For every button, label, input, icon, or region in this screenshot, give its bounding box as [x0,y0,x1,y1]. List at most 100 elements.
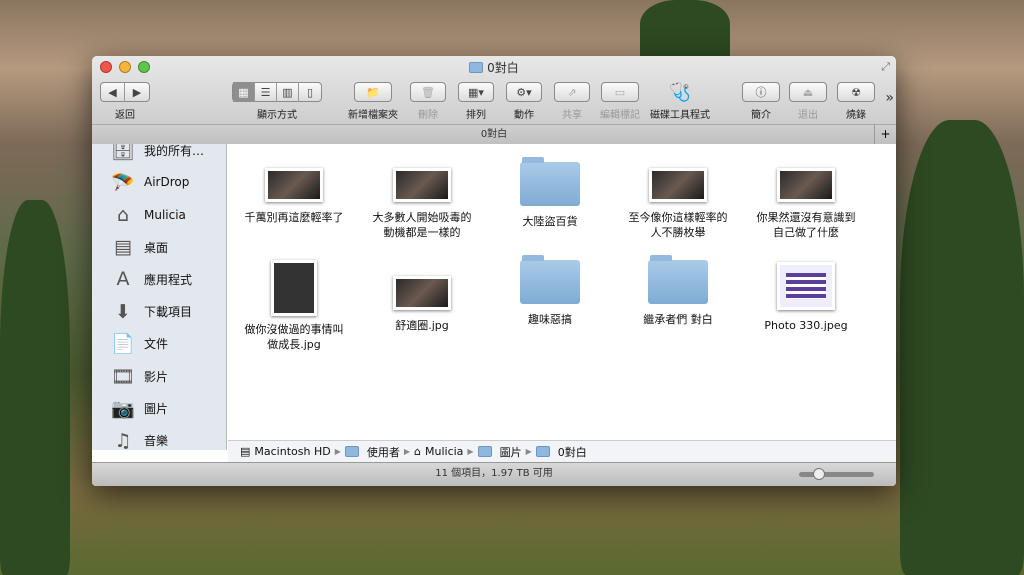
new-folder-label: 新增檔案夾 [348,110,398,121]
path-item[interactable]: 0對白 [558,444,587,460]
file-name: 你果然還沒有意識到 [756,211,856,224]
home-icon: ⌂ [116,203,130,226]
status-text: 11 個項目，1.97 TB 可用 [435,468,553,479]
sidebar-item[interactable]: A 應用程式 [92,263,226,295]
path-tab[interactable]: 0對白 [92,124,896,144]
new-folder-button[interactable]: 📁 新增檔案夾 [348,82,398,121]
arrange-button[interactable]: ▦▾ 排列 [458,82,494,121]
info-icon: ⓘ [742,82,780,102]
sidebar-item[interactable]: ⌂ Mulicia [92,199,226,231]
title-bar: 0對白 ⤢ ◀ ▶ 返回 ▦ ☰ ▥ ▯ 顯示方式 📁 新增檔案夾 🗑 刪除 ▦▾ 排列 ⚙▾ 動作… [92,56,896,144]
sidebar-item[interactable]: 🗄 我的所有… [92,144,226,166]
burn-label: 燒錄 [846,110,866,121]
eject-label: 退出 [798,110,818,121]
file-item[interactable]: 你果然還沒有意識到 自己做了什麼 [744,162,868,240]
image-thumbnail [393,168,451,202]
path-item[interactable]: 使用者 [367,444,400,460]
path-item[interactable]: Mulicia [425,445,463,458]
file-name: 舒適圈.jpg [395,319,449,332]
sidebar-item[interactable]: 📄 文件 [92,328,226,360]
sidebar-item-label: 音樂 [144,434,169,449]
delete-button[interactable]: 🗑 刪除 [410,82,446,121]
delete-label: 刪除 [418,110,438,121]
movies-icon: 🎞 [110,365,136,388]
disk-utility-icon: 🩺 [668,82,692,103]
file-item[interactable]: 趣味惡搞 [488,255,612,327]
finder-window: 0對白 ⤢ ◀ ▶ 返回 ▦ ☰ ▥ ▯ 顯示方式 📁 新增檔案夾 🗑 刪除 ▦▾ 排列 ⚙▾ 動作… [92,56,896,486]
toolbar-overflow-icon[interactable]: » [885,90,894,106]
sidebar-item-label: 我的所有… [144,144,205,158]
sidebar-item-label: AirDrop [144,175,190,190]
back-icon[interactable]: ◀ [101,82,126,102]
path-bar: ▤ Macintosh HD ▶ 使用者 ▶ ⌂ Mulicia ▶ 圖片 ▶ 0對白 [228,440,896,462]
burn-icon: ☢ [837,82,875,102]
new-folder-icon: 📁 [354,82,392,102]
action-label: 動作 [514,110,534,121]
pictures-icon: 📷 [111,398,135,421]
new-tab-button[interactable]: + [874,124,896,144]
sidebar-item-label: 文件 [144,337,169,352]
image-thumbnail [777,262,835,310]
image-thumbnail [393,276,451,310]
sidebar-item-label: 影片 [144,369,169,384]
file-item[interactable]: 大多數人開始吸毒的 動機都是一樣的 [360,162,484,240]
sidebar-item[interactable]: ♫ 音樂 [92,425,226,450]
trash-icon: 🗑 [410,82,446,102]
sidebar-item[interactable]: 🎞 影片 [92,360,226,392]
sidebar-item[interactable]: 🪂 AirDrop [92,166,226,198]
sidebar-item-label: 圖片 [144,402,169,417]
file-item[interactable]: 至今像你這樣輕率的 人不勝枚舉 [616,162,740,240]
downloads-icon: ⬇ [115,300,131,323]
column-view-icon[interactable]: ▥ [277,82,299,102]
hard-drive-icon: ▤ [240,445,251,458]
arrange-label: 排列 [466,110,486,121]
file-item[interactable]: 千萬別再這麼輕率了 [232,162,356,225]
airdrop-icon: 🪂 [111,171,135,194]
sidebar-item[interactable]: ▤ 桌面 [92,231,226,263]
icon-size-slider[interactable] [799,468,874,480]
view-control[interactable]: ▦ ☰ ▥ ▯ 顯示方式 [232,82,322,121]
file-item[interactable]: Photo 330.jpeg [744,260,868,333]
back-forward-control[interactable]: ◀ ▶ 返回 [100,82,150,121]
file-name: 繼承者們 對白 [643,313,713,326]
window-title: 0對白 [487,61,519,75]
folder-icon [535,446,550,457]
documents-icon: 📄 [111,333,135,356]
path-item[interactable]: 圖片 [500,444,522,460]
eject-button[interactable]: ⏏ 退出 [789,82,827,121]
share-button[interactable]: ⇗ 共享 [554,82,590,121]
tag-icon: ▭ [601,82,639,102]
folder-icon [477,446,492,457]
file-item[interactable]: 舒適圈.jpg [360,260,484,333]
edit-tags-button[interactable]: ▭ 編輯標記 [600,82,640,121]
file-item[interactable]: 做你沒做過的事情叫 做成長.jpg [232,260,356,352]
file-name: Photo 330.jpeg [764,319,848,332]
forward-icon[interactable]: ▶ [125,82,149,102]
file-item[interactable]: 繼承者們 對白 [616,255,740,327]
file-name: 至今像你這樣輕率的 [628,211,728,224]
file-name-line2: 做成長.jpg [267,338,321,351]
back-label: 返回 [115,110,135,121]
fullscreen-icon[interactable]: ⤢ [881,60,890,74]
sidebar-item-label: 應用程式 [144,272,193,287]
file-item[interactable]: 大陸盜百貨 [488,157,612,229]
share-icon: ⇗ [554,82,590,102]
path-item[interactable]: Macintosh HD [254,445,330,458]
info-label: 簡介 [751,110,771,121]
gear-icon: ⚙▾ [506,82,542,102]
slider-knob[interactable] [813,468,825,480]
sidebar-item[interactable]: ⬇ 下載項目 [92,295,226,327]
list-view-icon[interactable]: ☰ [255,82,277,102]
action-button[interactable]: ⚙▾ 動作 [506,82,542,121]
info-button[interactable]: ⓘ 簡介 [742,82,780,121]
file-item[interactable]: 男 [872,162,896,225]
icon-view-icon[interactable]: ▦ [233,82,255,102]
folder-icon [648,255,708,304]
sidebar-item-label: Mulicia [144,207,186,222]
sidebar-item[interactable]: 📷 圖片 [92,392,226,424]
file-name-line2: 動機都是一樣的 [383,226,461,239]
disk-utility-button[interactable]: 🩺 磁碟工具程式 [650,82,710,121]
burn-button[interactable]: ☢ 燒錄 [837,82,875,121]
image-thumbnail [265,168,323,202]
coverflow-view-icon[interactable]: ▯ [299,82,321,102]
